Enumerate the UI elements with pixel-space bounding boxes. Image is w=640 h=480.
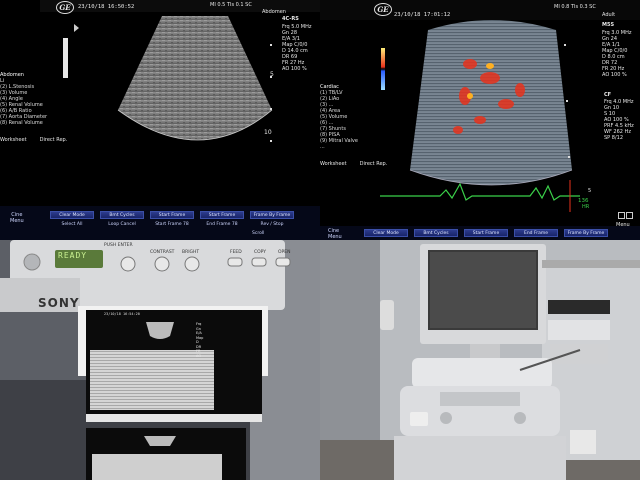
param-row: AO 100 % — [282, 66, 307, 72]
ultrasound-machine-photo — [320, 240, 640, 480]
cine-button[interactable]: Frame By Frame — [250, 211, 294, 219]
cine-button[interactable]: Clear Mode — [50, 211, 94, 219]
push-enter-label: PUSH ENTER — [104, 243, 133, 248]
depth-marker-10: 10 — [264, 129, 272, 136]
cine-button-value: Select All — [61, 222, 83, 227]
cine-button-value: End Frame 78 — [206, 222, 238, 227]
cf-params: Frq 4.0 MHz Gn 10 S 10 AO 100 % PRF 4.5 … — [604, 99, 640, 141]
measurement-menu: Abdomen Li (2) L.Stenosis (3) Volume (4)… — [0, 72, 67, 162]
menu-label[interactable]: Menu — [616, 222, 630, 228]
menu-icon[interactable] — [618, 212, 625, 219]
scroll-label: Scroll — [252, 231, 265, 236]
cine-button[interactable]: End Frame — [514, 229, 558, 237]
cine-button[interactable]: Start Frame — [200, 211, 244, 219]
open-label: OPEN — [278, 250, 291, 255]
ultrasound-cardiac-screen: GE 23/10/18 17:01:12 MI 0.8 TIs 0.3 SC A… — [320, 0, 640, 240]
printout-params: Frq Gn E/A Map D DR FR AO — [196, 322, 204, 358]
cine-menu-label[interactable]: Cine Menu — [328, 228, 342, 240]
probe-label: M5S — [602, 22, 615, 28]
param-row: SP 8/12 — [604, 135, 624, 141]
cine-button[interactable]: Start Frame — [150, 211, 194, 219]
heart-rate-label: HR — [582, 204, 590, 210]
cine-button[interactable]: Bmt Cycles — [100, 211, 144, 219]
cine-button[interactable]: Clear Mode — [364, 229, 408, 237]
cine-button-value: Start Frame 78 — [155, 222, 189, 227]
depth-marker-5: 5 — [270, 71, 274, 78]
machine-scene — [320, 240, 640, 480]
copy-label: COPY — [254, 250, 267, 255]
param-row: AO 100 % — [602, 72, 627, 78]
printout-header: 23/10/18 16:54:20 — [104, 312, 140, 316]
probe-label: 4C-RS — [282, 16, 299, 22]
thermal-printer-photo: READY PUSH ENTER CONTRAST BRIGHT FEED CO… — [0, 240, 320, 480]
menu-icon[interactable] — [626, 212, 633, 219]
bright-label: BRIGHT — [182, 250, 200, 255]
lcd-display: READY — [58, 251, 88, 260]
sony-brand: SONY — [38, 296, 80, 310]
cf-header: CF — [604, 92, 612, 98]
printer-scene — [0, 240, 320, 480]
cine-button[interactable]: Bmt Cycles — [414, 229, 458, 237]
ultrasound-abdomen-screen: GE 23/10/18 16:50:52 MI 0.5 TIs 0.1 SC A… — [0, 0, 320, 240]
cine-button[interactable]: Start Frame — [464, 229, 508, 237]
worksheet-row[interactable]: Worksheet Direct Rep. — [0, 126, 67, 145]
cine-button-value: Loop Cancel — [108, 222, 136, 227]
image-params: Frq 5.0 MHz Gn 28 E/A 3/1 Map C/0/0 D 14… — [282, 24, 320, 72]
image-params: Frq 3.0 MHz Gn 24 E/A 1/1 Map C/0/0 D 8.… — [602, 30, 640, 78]
depth-marker-5: 5 — [588, 188, 592, 194]
cine-button-value: Rev / Stop — [260, 222, 284, 227]
feed-label: FEED — [230, 250, 242, 255]
measurement-menu: Cardiac (1) TB/LV (2) LiAo (3) ... (4) A… — [320, 84, 387, 174]
cine-button[interactable]: Frame By Frame — [564, 229, 608, 237]
worksheet-row[interactable]: Worksheet Direct Rep. — [320, 150, 387, 169]
contrast-label: CONTRAST — [150, 250, 175, 255]
cine-menu-label[interactable]: Cine Menu — [10, 212, 24, 224]
